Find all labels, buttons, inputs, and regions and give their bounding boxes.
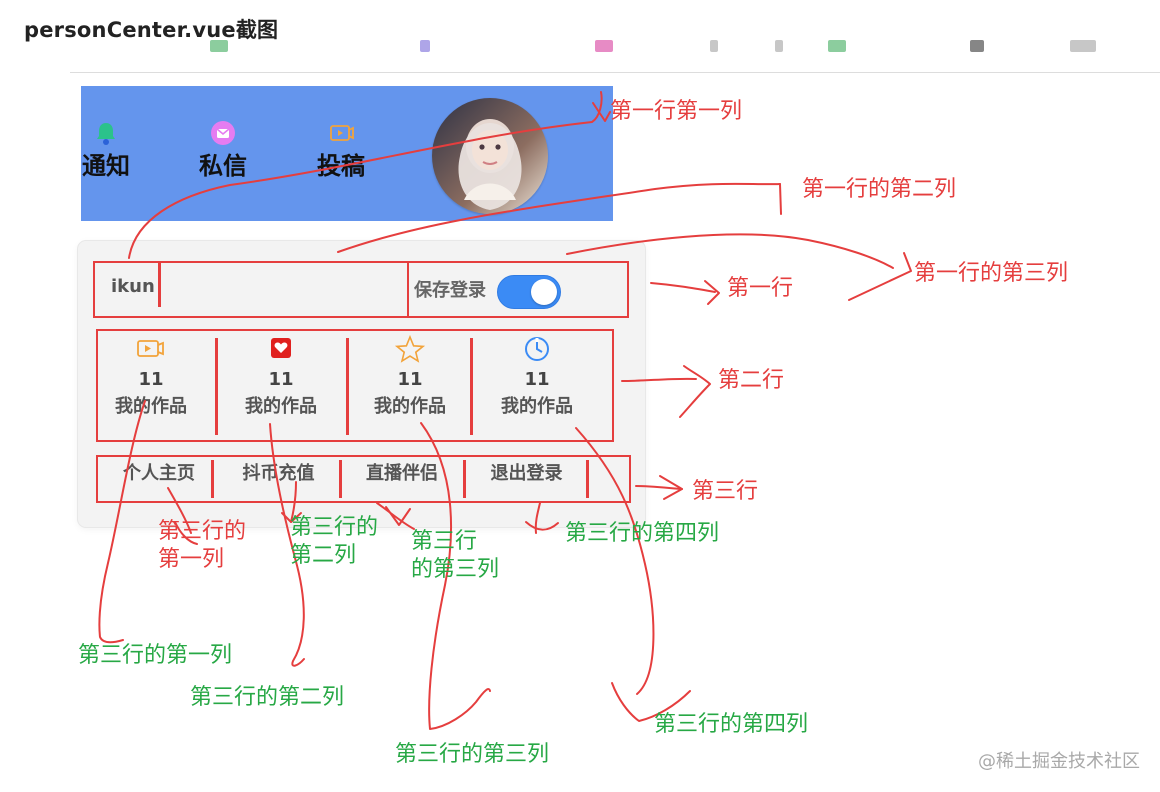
annotation-r1c1: 第一行第一列 [610, 99, 743, 124]
top-divider [70, 72, 1160, 73]
nav-item-notifications[interactable]: 通知 [76, 118, 136, 198]
stat-item-works-1[interactable]: 11 我的作品 [90, 335, 212, 437]
annotation-r3c4-green: 第三行的第四列 [565, 521, 720, 546]
username: ikun [111, 276, 155, 297]
top-cropped-icons [210, 40, 1110, 54]
annotation-r3c3-green: 第三行 的第三列 [411, 529, 500, 582]
save-login-label: 保存登录 [414, 280, 486, 301]
link-logout[interactable]: 退出登录 [469, 459, 584, 497]
link-recharge[interactable]: 抖币充值 [217, 459, 340, 497]
bell-icon [97, 123, 115, 145]
link-live-companion[interactable]: 直播伴侣 [343, 459, 461, 497]
stat-count: 11 [138, 369, 164, 390]
document-title: personCenter.vue截图 [24, 18, 279, 42]
stat-label: 我的作品 [501, 396, 573, 417]
watermark: @稀土掘金技术社区 [978, 751, 1140, 772]
stat-label: 我的作品 [245, 396, 317, 417]
row3-divider [339, 460, 342, 498]
annotation-r1c2: 第一行的第二列 [802, 177, 957, 202]
nav-item-upload[interactable]: 投稿 [311, 118, 371, 198]
stat-count: 11 [397, 369, 423, 390]
annotation-r3c4-bottom: 第三行的第四列 [654, 712, 809, 737]
avatar[interactable] [432, 98, 548, 214]
video-icon [137, 340, 164, 357]
star-icon [394, 335, 426, 363]
link-homepage[interactable]: 个人主页 [104, 459, 214, 497]
stat-item-works-3[interactable]: 11 我的作品 [349, 335, 471, 437]
message-icon [211, 121, 235, 145]
stat-label: 我的作品 [374, 396, 446, 417]
clock-icon [525, 337, 549, 361]
annotation-r1c3: 第一行的第三列 [914, 261, 1069, 286]
row2-divider [470, 338, 473, 435]
heart-icon [271, 338, 291, 358]
nav-label-messages: 私信 [199, 152, 247, 180]
avatar-image [432, 98, 548, 214]
annotation-r1: 第一行 [727, 276, 794, 301]
stat-count: 11 [268, 369, 294, 390]
annotation-r3: 第三行 [692, 479, 759, 504]
nav-label-notifications: 通知 [82, 152, 130, 180]
annotation-r3c1-bottom: 第三行的第一列 [78, 643, 233, 668]
toggle-knob [531, 279, 557, 305]
annotation-r3c2-bottom: 第三行的第二列 [190, 685, 345, 710]
nav-item-messages[interactable]: 私信 [193, 118, 253, 198]
video-upload-icon [330, 125, 354, 141]
annotation-r2: 第二行 [718, 368, 785, 393]
stat-item-works-2[interactable]: 11 我的作品 [220, 335, 342, 437]
stat-item-works-4[interactable]: 11 我的作品 [476, 335, 598, 437]
annotation-r3c3-bottom: 第三行的第三列 [395, 742, 550, 767]
row3-divider [463, 460, 466, 498]
annotation-r3c1-red: 第三行的 第一列 [158, 519, 247, 572]
nav-label-upload: 投稿 [317, 152, 365, 180]
row3-divider [211, 460, 214, 498]
stat-count: 11 [524, 369, 550, 390]
stat-label: 我的作品 [115, 396, 187, 417]
text-cursor [158, 262, 162, 307]
row2-divider [215, 338, 218, 435]
annotation-r3c2-green: 第三行的 第二列 [290, 515, 379, 568]
save-login-toggle[interactable] [497, 275, 561, 309]
row3-divider [586, 460, 589, 498]
